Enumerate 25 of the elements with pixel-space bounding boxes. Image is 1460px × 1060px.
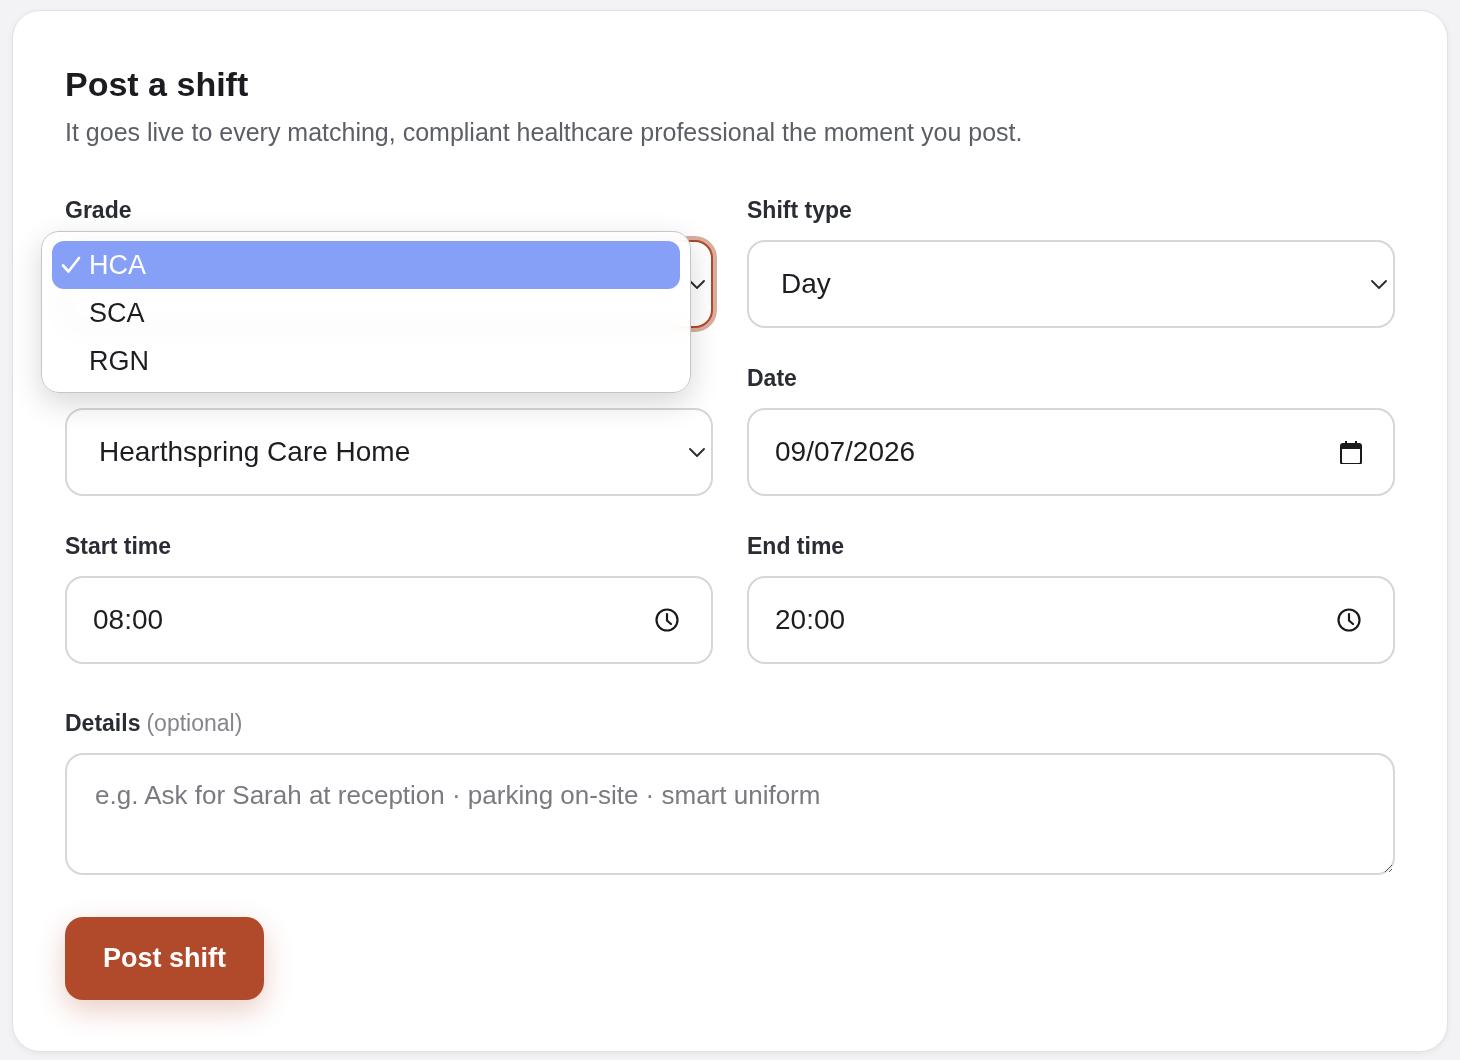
field-label: Details [65, 709, 141, 737]
form-subtitle: It goes live to every matching, compliant healthcare professional the moment you post. [65, 117, 1024, 148]
time-field[interactable]: 20:00 [747, 576, 1395, 664]
field-label: Shift type [747, 196, 853, 224]
field-label: Start time [65, 532, 173, 560]
select-field[interactable]: Day [747, 240, 1395, 328]
clock-icon [655, 608, 679, 632]
check-icon [61, 255, 81, 275]
calendar-icon [1340, 440, 1362, 464]
time-field[interactable]: 08:00 [65, 576, 713, 664]
chevron-down-icon [1371, 279, 1387, 289]
form-title: Post a shift [65, 64, 250, 104]
details-field[interactable]: e.g. Ask for Sarah at reception · parking on-site · smart uniform [65, 753, 1395, 875]
field-label: Grade [65, 196, 133, 224]
chevron-down-icon [689, 447, 705, 457]
field-label: Date [747, 364, 798, 392]
menu-option[interactable]: RGN [52, 337, 680, 385]
select-field[interactable]: Hearthspring Care Home [65, 408, 713, 496]
post-shift-button[interactable]: Post shift [65, 917, 264, 1000]
menu-option[interactable]: SCA [52, 289, 680, 337]
clock-icon [1337, 608, 1361, 632]
optional-hint: (optional) [146, 709, 243, 737]
field-label: End time [747, 532, 846, 560]
date-field[interactable]: 09/07/2026 [747, 408, 1395, 496]
chevron-down-icon [689, 279, 705, 289]
